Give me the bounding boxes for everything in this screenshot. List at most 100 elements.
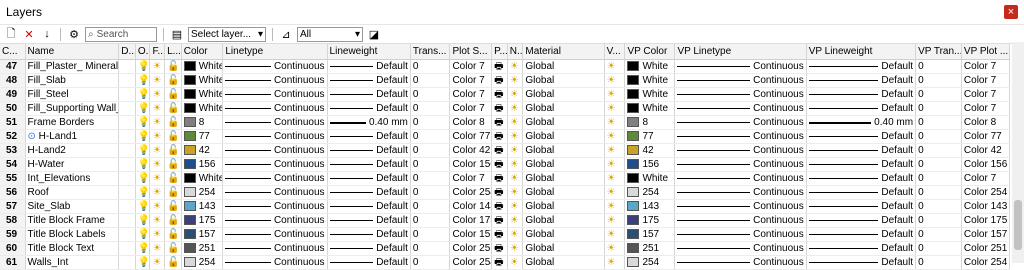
linetype-cell[interactable]: Continuous — [222, 213, 328, 228]
vp-plot-style-cell[interactable]: Color 251 — [961, 241, 1011, 256]
color-cell[interactable]: 175 — [181, 213, 224, 228]
description-cell[interactable] — [118, 143, 136, 158]
table-row[interactable]: 59 Title Block Labels 💡 ☀ 🔓 157 Continuo… — [0, 227, 1011, 242]
column-header[interactable]: N... — [507, 44, 524, 60]
description-cell[interactable] — [118, 241, 136, 256]
new-vp-freeze-toggle[interactable]: ☀ — [507, 143, 524, 158]
color-cell[interactable]: White — [181, 171, 224, 186]
vp-color-cell[interactable]: 156 — [624, 157, 676, 172]
vp-linetype-cell[interactable]: Continuous — [674, 227, 807, 242]
vp-freeze-toggle[interactable]: ☀ — [604, 199, 626, 214]
vp-freeze-toggle[interactable]: ☀ — [604, 59, 626, 74]
description-cell[interactable] — [118, 59, 136, 74]
layer-name[interactable]: Title Block Labels — [25, 227, 120, 242]
vp-lineweight-cell[interactable]: Default — [806, 213, 917, 228]
lock-toggle[interactable]: 🔓 — [164, 59, 182, 74]
vp-lineweight-cell[interactable]: 0.40 mm — [806, 115, 917, 130]
freeze-toggle[interactable]: ☀ — [149, 185, 166, 200]
freeze-toggle[interactable]: ☀ — [149, 115, 166, 130]
vp-plot-style-cell[interactable]: Color 7 — [961, 87, 1011, 102]
linetype-cell[interactable]: Continuous — [222, 171, 328, 186]
color-cell[interactable]: White — [181, 101, 224, 116]
new-vp-freeze-toggle[interactable]: ☀ — [507, 157, 524, 172]
lineweight-cell[interactable]: Default — [327, 101, 411, 116]
plot-style-cell[interactable]: Color 157 — [449, 227, 493, 242]
linetype-cell[interactable]: Continuous — [222, 185, 328, 200]
lineweight-cell[interactable]: Default — [327, 143, 411, 158]
vp-plot-style-cell[interactable]: Color 157 — [961, 227, 1011, 242]
column-header[interactable]: O... — [135, 44, 151, 60]
on-toggle[interactable]: 💡 — [135, 73, 151, 88]
column-header[interactable]: C... — [0, 44, 26, 60]
linetype-cell[interactable]: Continuous — [222, 73, 328, 88]
new-vp-freeze-toggle[interactable]: ☀ — [507, 185, 524, 200]
color-cell[interactable]: 8 — [181, 115, 224, 130]
vp-transparency-cell[interactable]: 0 — [915, 157, 962, 172]
on-toggle[interactable]: 💡 — [135, 227, 151, 242]
color-cell[interactable]: 42 — [181, 143, 224, 158]
plot-style-cell[interactable]: Color 7 — [449, 87, 493, 102]
linetype-cell[interactable]: Continuous — [222, 115, 328, 130]
vp-transparency-cell[interactable]: 0 — [915, 171, 962, 186]
vp-color-cell[interactable]: White — [624, 59, 676, 74]
lock-toggle[interactable]: 🔓 — [164, 115, 182, 130]
lock-toggle[interactable]: 🔓 — [164, 157, 182, 172]
on-toggle[interactable]: 💡 — [135, 129, 151, 144]
plot-toggle[interactable]: 🖶 — [491, 101, 508, 116]
plot-style-cell[interactable]: Color 7 — [449, 101, 493, 116]
on-toggle[interactable]: 💡 — [135, 171, 151, 186]
lock-toggle[interactable]: 🔓 — [164, 185, 182, 200]
material-cell[interactable]: Global — [522, 199, 605, 214]
vp-color-cell[interactable]: 251 — [624, 241, 676, 256]
lock-toggle[interactable]: 🔓 — [164, 101, 182, 116]
vp-freeze-toggle[interactable]: ☀ — [604, 227, 626, 242]
lock-toggle[interactable]: 🔓 — [164, 213, 182, 228]
select-layer-dropdown[interactable]: Select layer... ▾ — [188, 26, 266, 42]
vp-freeze-toggle[interactable]: ☀ — [604, 213, 626, 228]
freeze-toggle[interactable]: ☀ — [149, 101, 166, 116]
description-cell[interactable] — [118, 73, 136, 88]
plot-style-cell[interactable]: Color 175 — [449, 213, 493, 228]
close-button[interactable]: × — [1004, 5, 1018, 19]
description-cell[interactable] — [118, 213, 136, 228]
plot-toggle[interactable]: 🖶 — [491, 171, 508, 186]
vp-freeze-toggle[interactable]: ☀ — [604, 87, 626, 102]
vp-linetype-cell[interactable]: Continuous — [674, 115, 807, 130]
vp-linetype-cell[interactable]: Continuous — [674, 157, 807, 172]
lock-toggle[interactable]: 🔓 — [164, 241, 182, 256]
plot-style-cell[interactable]: Color 8 — [449, 115, 493, 130]
transparency-cell[interactable]: 0 — [410, 157, 451, 172]
vp-freeze-toggle[interactable]: ☀ — [604, 115, 626, 130]
lock-toggle[interactable]: 🔓 — [164, 227, 182, 242]
transparency-cell[interactable]: 0 — [410, 199, 451, 214]
transparency-cell[interactable]: 0 — [410, 115, 451, 130]
transparency-cell[interactable]: 0 — [410, 101, 451, 116]
lineweight-cell[interactable]: 0.40 mm — [327, 115, 411, 130]
lineweight-cell[interactable]: Default — [327, 129, 411, 144]
layer-name[interactable]: Title Block Text — [25, 241, 120, 256]
freeze-toggle[interactable]: ☀ — [149, 199, 166, 214]
vp-lineweight-cell[interactable]: Default — [806, 171, 917, 186]
color-cell[interactable]: 77 — [181, 129, 224, 144]
vp-color-cell[interactable]: White — [624, 73, 676, 88]
material-cell[interactable]: Global — [522, 143, 605, 158]
table-row[interactable]: 58 Title Block Frame 💡 ☀ 🔓 175 Continuou… — [0, 213, 1011, 228]
lineweight-cell[interactable]: Default — [327, 171, 411, 186]
description-cell[interactable] — [118, 171, 136, 186]
plot-style-cell[interactable]: Color 42 — [449, 143, 493, 158]
column-header[interactable]: VP Lineweight — [806, 44, 917, 60]
plot-style-cell[interactable]: Color 156 — [449, 157, 493, 172]
on-toggle[interactable]: 💡 — [135, 241, 151, 256]
plot-toggle[interactable]: 🖶 — [491, 73, 508, 88]
table-row[interactable]: 53 H-Land2 💡 ☀ 🔓 42 Continuous Default 0… — [0, 143, 1011, 158]
vp-lineweight-cell[interactable]: Default — [806, 227, 917, 242]
on-toggle[interactable]: 💡 — [135, 143, 151, 158]
plot-toggle[interactable]: 🖶 — [491, 157, 508, 172]
lineweight-cell[interactable]: Default — [327, 185, 411, 200]
description-cell[interactable] — [118, 185, 136, 200]
vp-freeze-toggle[interactable]: ☀ — [604, 73, 626, 88]
plot-style-cell[interactable]: Color 7 — [449, 171, 493, 186]
transparency-cell[interactable]: 0 — [410, 171, 451, 186]
color-cell[interactable]: White — [181, 59, 224, 74]
new-vp-freeze-toggle[interactable]: ☀ — [507, 129, 524, 144]
